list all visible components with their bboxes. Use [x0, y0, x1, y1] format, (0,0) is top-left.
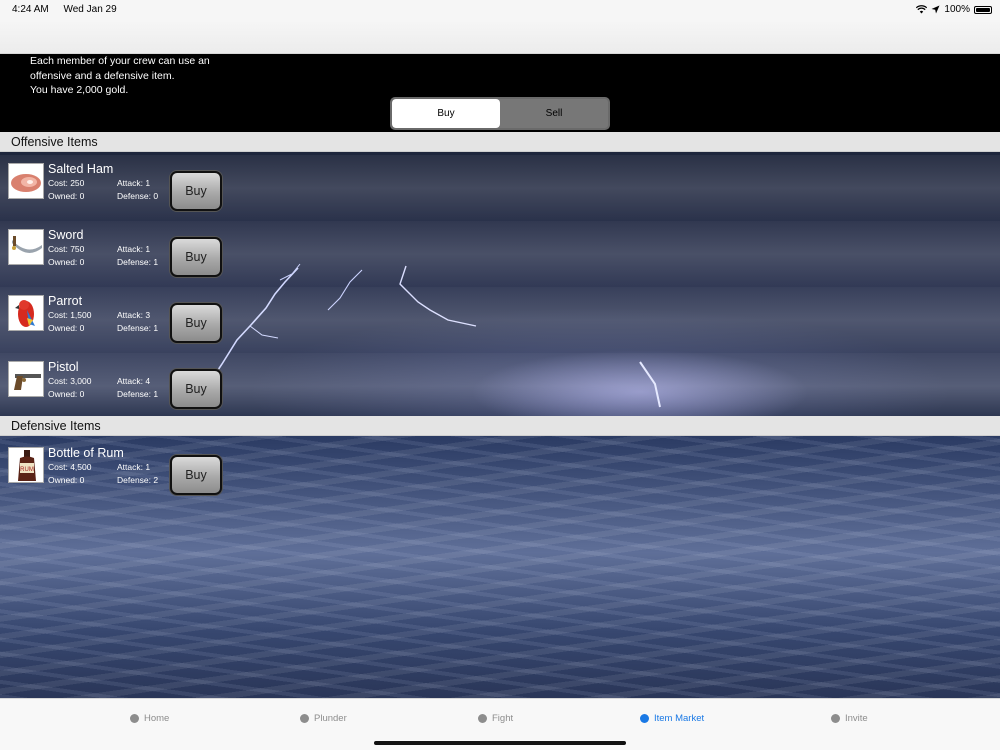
buy-salted-ham-button[interactable]: Buy	[170, 171, 222, 211]
item-attack: Attack: 1	[117, 462, 151, 472]
ham-icon	[8, 163, 44, 199]
item-defense: Defense: 0	[117, 191, 159, 201]
item-attack: Attack: 4	[117, 376, 151, 386]
fight-tab-icon	[478, 714, 487, 723]
item-row-sword: Sword Cost: 750 Owned: 0 Attack: 1 Defen…	[0, 221, 1000, 287]
home-indicator	[374, 741, 626, 745]
item-row-parrot: Parrot Cost: 1,500 Owned: 0 Attack: 3 De…	[0, 287, 1000, 353]
item-attack: Attack: 1	[117, 244, 151, 254]
item-cost: Cost: 3,000	[48, 376, 92, 386]
item-owned: Owned: 0	[48, 475, 85, 485]
item-owned: Owned: 0	[48, 323, 85, 333]
battery-icon	[974, 5, 992, 14]
intro-text: Each member of your crew can use an offe…	[30, 54, 210, 98]
item-defense: Defense: 1	[117, 323, 159, 333]
home-tab-icon	[130, 714, 139, 723]
status-date: Wed Jan 29	[63, 4, 117, 15]
status-bar: 4:24 AM Wed Jan 29 100%	[0, 0, 1000, 20]
intro-line-1: Each member of your crew can use an	[30, 55, 210, 67]
invite-tab-icon	[831, 714, 840, 723]
buy-sell-segmented-control: Buy Sell	[390, 97, 610, 130]
buy-pistol-button[interactable]: Buy	[170, 369, 222, 409]
item-owned: Owned: 0	[48, 389, 85, 399]
buy-bottle-of-rum-button[interactable]: Buy	[170, 455, 222, 495]
buy-sword-button[interactable]: Buy	[170, 237, 222, 277]
item-name: Salted Ham	[48, 162, 114, 176]
tab-label: Invite	[845, 713, 868, 724]
item-defense: Defense: 2	[117, 475, 159, 485]
tab-home[interactable]: Home	[130, 713, 169, 724]
navigation-bar	[0, 20, 1000, 54]
gold-balance: You have 2,000 gold.	[30, 84, 129, 96]
tab-plunder[interactable]: Plunder	[300, 713, 347, 724]
item-cost: Cost: 1,500	[48, 310, 92, 320]
item-name: Parrot	[48, 294, 83, 308]
tab-fight[interactable]: Fight	[478, 713, 513, 724]
item-cost: Cost: 750	[48, 244, 85, 254]
tab-item-market[interactable]: Item Market	[640, 713, 704, 724]
location-arrow-icon	[931, 5, 940, 14]
item-name: Sword	[48, 228, 84, 242]
market-header: Each member of your crew can use an offe…	[0, 54, 1000, 132]
svg-text:RUM: RUM	[20, 467, 34, 473]
item-owned: Owned: 0	[48, 257, 85, 267]
tab-label: Plunder	[314, 713, 347, 724]
item-attack: Attack: 1	[117, 178, 151, 188]
item-defense: Defense: 1	[117, 257, 159, 267]
intro-line-2: offensive and a defensive item.	[30, 69, 175, 82]
tab-invite[interactable]: Invite	[831, 713, 868, 724]
plunder-tab-icon	[300, 714, 309, 723]
item-defense: Defense: 1	[117, 389, 159, 399]
item-cost: Cost: 250	[48, 178, 85, 188]
item-row-bottle-of-rum: RUM Bottle of Rum Cost: 4,500 Owned: 0 A…	[0, 439, 1000, 505]
tab-bar: Home Plunder Fight Item Market Invite	[0, 698, 1000, 750]
pistol-icon	[8, 361, 44, 397]
tab-label: Fight	[492, 713, 514, 724]
parrot-icon	[8, 295, 44, 331]
item-name: Bottle of Rum	[48, 446, 124, 460]
tab-label: Item Market	[654, 713, 705, 724]
buy-parrot-button[interactable]: Buy	[170, 303, 222, 343]
buy-segment[interactable]: Buy	[392, 99, 500, 128]
wifi-icon	[916, 5, 928, 14]
sell-segment[interactable]: Sell	[500, 99, 608, 128]
item-name: Pistol	[48, 360, 79, 374]
defensive-items-header: Defensive Items	[0, 416, 1000, 436]
item-attack: Attack: 3	[117, 310, 151, 320]
sword-icon	[8, 229, 44, 265]
item-owned: Owned: 0	[48, 191, 85, 201]
status-time: 4:24 AM	[12, 4, 49, 15]
battery-percent: 100%	[944, 4, 970, 15]
item-row-pistol: Pistol Cost: 3,000 Owned: 0 Attack: 4 De…	[0, 353, 1000, 419]
tab-label: Home	[144, 713, 170, 724]
offensive-items-header: Offensive Items	[0, 132, 1000, 152]
item-market-tab-icon	[640, 714, 649, 723]
item-row-salted-ham: Salted Ham Cost: 250 Owned: 0 Attack: 1 …	[0, 155, 1000, 221]
item-cost: Cost: 4,500	[48, 462, 92, 472]
rum-bottle-icon: RUM	[8, 447, 44, 483]
